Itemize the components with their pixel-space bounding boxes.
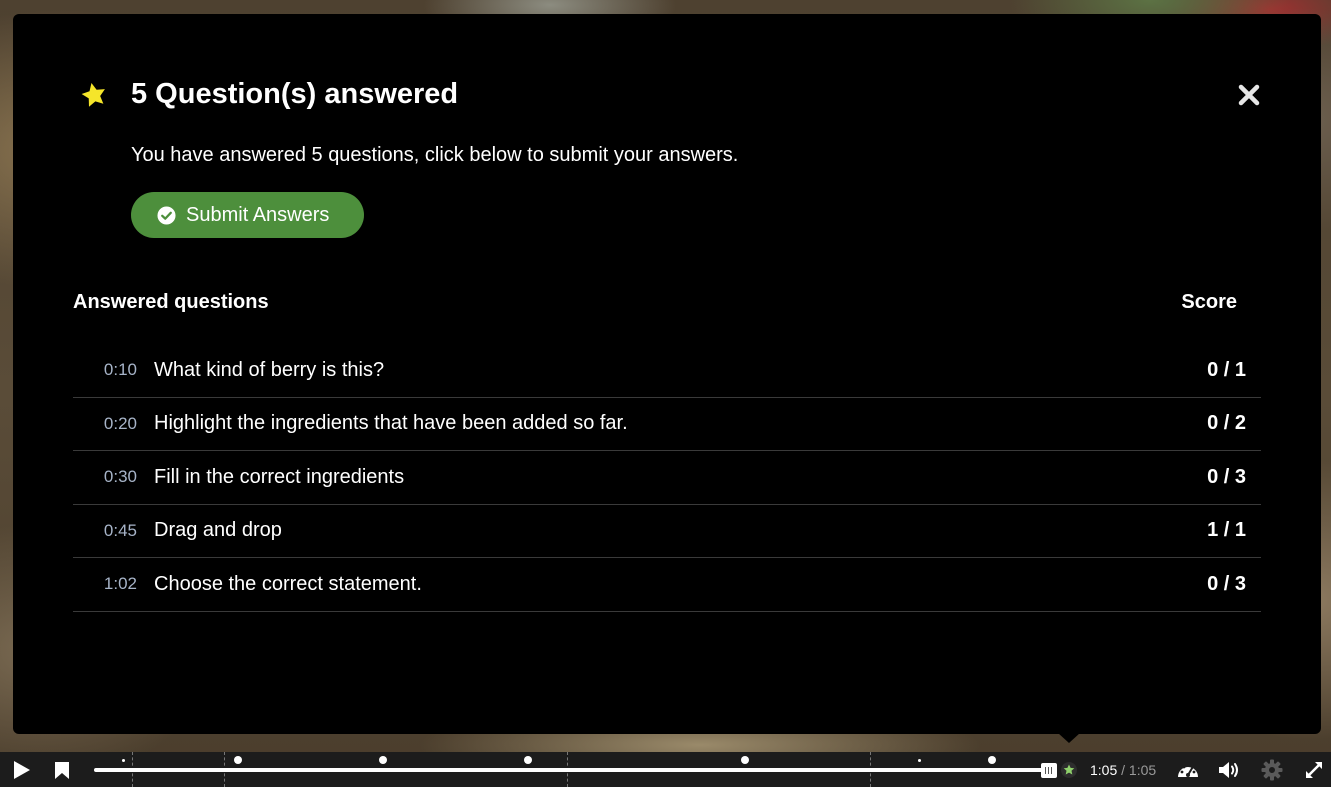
- question-score: 1 / 1: [1207, 519, 1246, 542]
- table-row[interactable]: 1:02 Choose the correct statement. 0 / 3: [73, 558, 1261, 612]
- submit-answers-button[interactable]: Submit Answers: [131, 192, 364, 238]
- time-display: 1:05 / 1:05: [1090, 762, 1156, 778]
- question-time: 0:10: [103, 360, 137, 380]
- header-answered-questions: Answered questions: [73, 291, 269, 313]
- question-text: Fill in the correct ingredients: [154, 465, 405, 488]
- answers-table-header: Answered questions Score: [73, 291, 1261, 314]
- question-score: 0 / 3: [1207, 572, 1246, 595]
- table-row[interactable]: 0:10 What kind of berry is this? 0 / 1: [73, 344, 1261, 398]
- question-time: 1:02: [103, 574, 137, 594]
- check-circle-icon: [157, 205, 176, 225]
- current-time: 1:05: [1090, 762, 1118, 778]
- time-separator: /: [1121, 762, 1126, 778]
- submit-answers-label: Submit Answers: [186, 203, 330, 226]
- question-score: 0 / 1: [1207, 358, 1246, 381]
- question-time: 0:30: [103, 467, 137, 487]
- answers-table: 0:10 What kind of berry is this? 0 / 1 0…: [73, 344, 1261, 612]
- bookmark-marker[interactable]: [918, 759, 921, 762]
- question-time: 0:20: [103, 413, 137, 433]
- interaction-marker[interactable]: [988, 756, 996, 764]
- question-time: 0:45: [103, 520, 137, 540]
- question-score: 0 / 2: [1207, 412, 1246, 435]
- endscreen-star-icon[interactable]: [1061, 762, 1077, 778]
- dialog-pointer: [1058, 733, 1080, 743]
- fullscreen-icon[interactable]: [1304, 760, 1324, 780]
- total-time: 1:05: [1128, 762, 1157, 778]
- player-controls: 1:05 / 1:05: [0, 752, 1331, 787]
- table-row[interactable]: 0:20 Highlight the ingredients that have…: [73, 398, 1261, 451]
- table-row[interactable]: 0:30 Fill in the correct ingredients 0 /…: [73, 451, 1261, 505]
- summary-dialog: 5 Question(s) answered You have answered…: [13, 14, 1321, 734]
- interaction-marker[interactable]: [741, 756, 749, 764]
- volume-icon[interactable]: [1218, 760, 1242, 780]
- question-text: Drag and drop: [154, 519, 282, 542]
- progress-bar[interactable]: [94, 768, 1049, 772]
- interaction-marker[interactable]: [524, 756, 532, 764]
- star-icon: [81, 83, 105, 107]
- bookmark-marker[interactable]: [122, 759, 125, 762]
- playback-speed-icon[interactable]: [1176, 760, 1200, 780]
- question-text: Choose the correct statement.: [154, 572, 422, 595]
- close-icon[interactable]: [1237, 83, 1261, 107]
- table-row[interactable]: 0:45 Drag and drop 1 / 1: [73, 505, 1261, 558]
- play-icon[interactable]: [11, 760, 31, 780]
- dialog-title: 5 Question(s) answered: [131, 78, 459, 110]
- settings-icon[interactable]: [1261, 759, 1283, 781]
- question-text: What kind of berry is this?: [154, 358, 385, 381]
- interaction-marker[interactable]: [234, 756, 242, 764]
- question-score: 0 / 3: [1207, 465, 1246, 488]
- bookmark-icon[interactable]: [54, 761, 70, 780]
- question-text: Highlight the ingredients that have been…: [154, 412, 628, 435]
- progress-handle[interactable]: [1041, 763, 1057, 778]
- header-score: Score: [1181, 291, 1237, 313]
- interaction-marker[interactable]: [379, 756, 387, 764]
- dialog-message: You have answered 5 questions, click bel…: [131, 144, 739, 166]
